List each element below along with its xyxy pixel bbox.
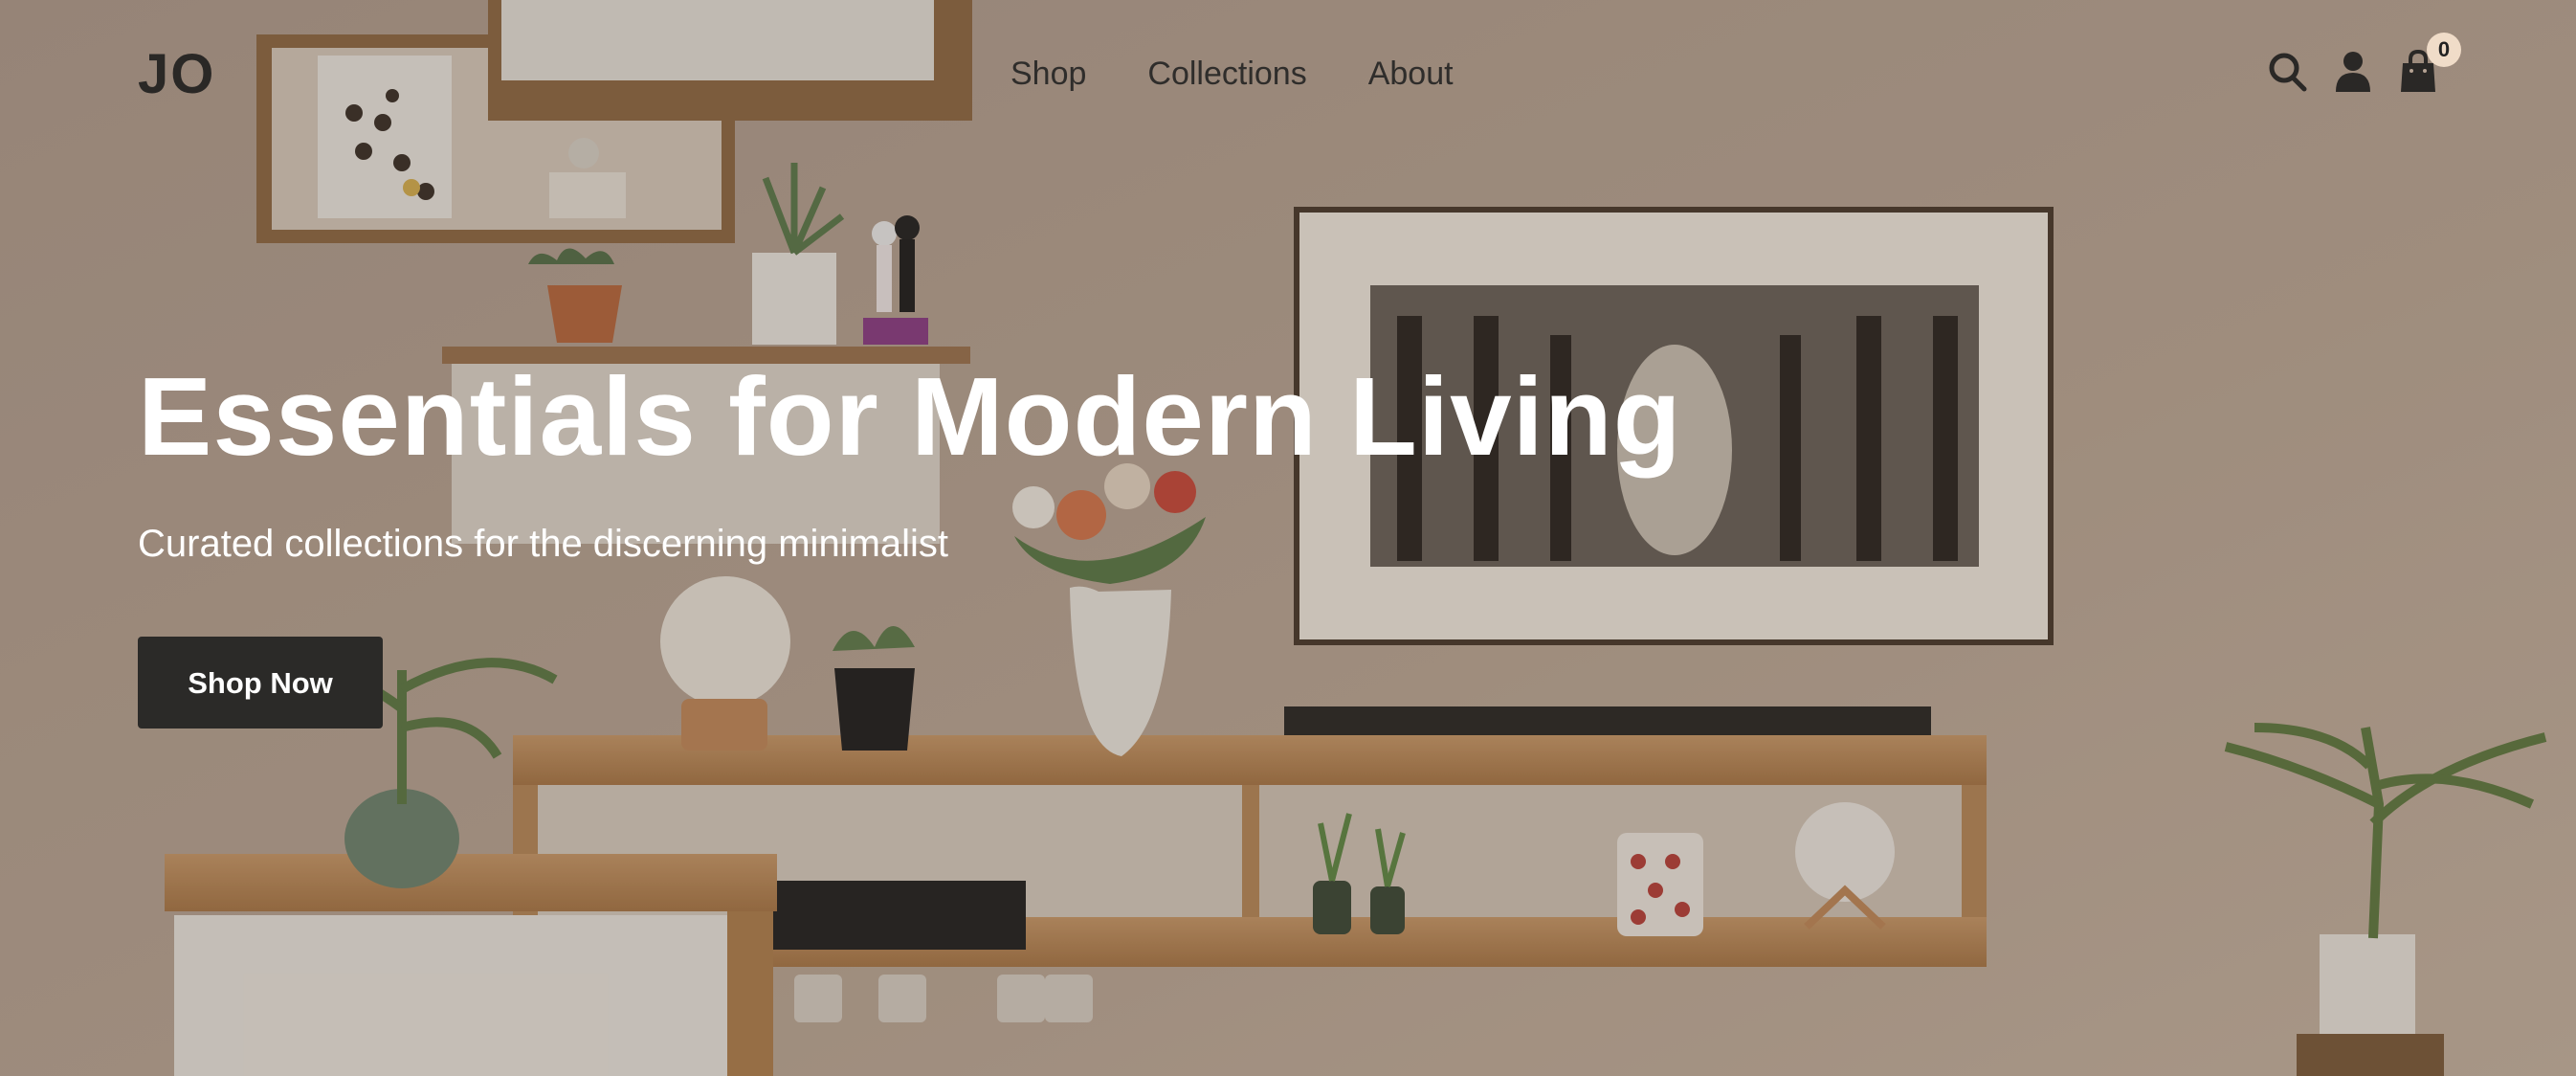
hero-subtitle: Curated collections for the discerning m…	[138, 523, 949, 565]
site-logo[interactable]: JO	[138, 42, 215, 106]
header-actions: 0	[2268, 33, 2461, 94]
hero-section: JO Shop Collections About 0 Essentials f…	[0, 0, 2576, 1076]
cart-button[interactable]: 0	[2398, 33, 2461, 94]
hero-content: Essentials for Modern Living Curated col…	[138, 354, 1682, 729]
account-button[interactable]	[2333, 50, 2373, 94]
hero-title: Essentials for Modern Living	[138, 354, 1682, 479]
main-nav: Shop Collections About	[1010, 56, 1454, 93]
nav-link-about[interactable]: About	[1368, 56, 1454, 93]
nav-link-shop[interactable]: Shop	[1010, 56, 1086, 93]
nav-link-collections[interactable]: Collections	[1147, 56, 1306, 93]
account-icon	[2336, 52, 2370, 92]
shop-now-button[interactable]: Shop Now	[138, 637, 383, 729]
search-icon	[2269, 53, 2307, 92]
site-header: JO Shop Collections About 0	[0, 0, 2576, 153]
search-button[interactable]	[2268, 50, 2308, 94]
cart-count-badge: 0	[2427, 33, 2461, 67]
